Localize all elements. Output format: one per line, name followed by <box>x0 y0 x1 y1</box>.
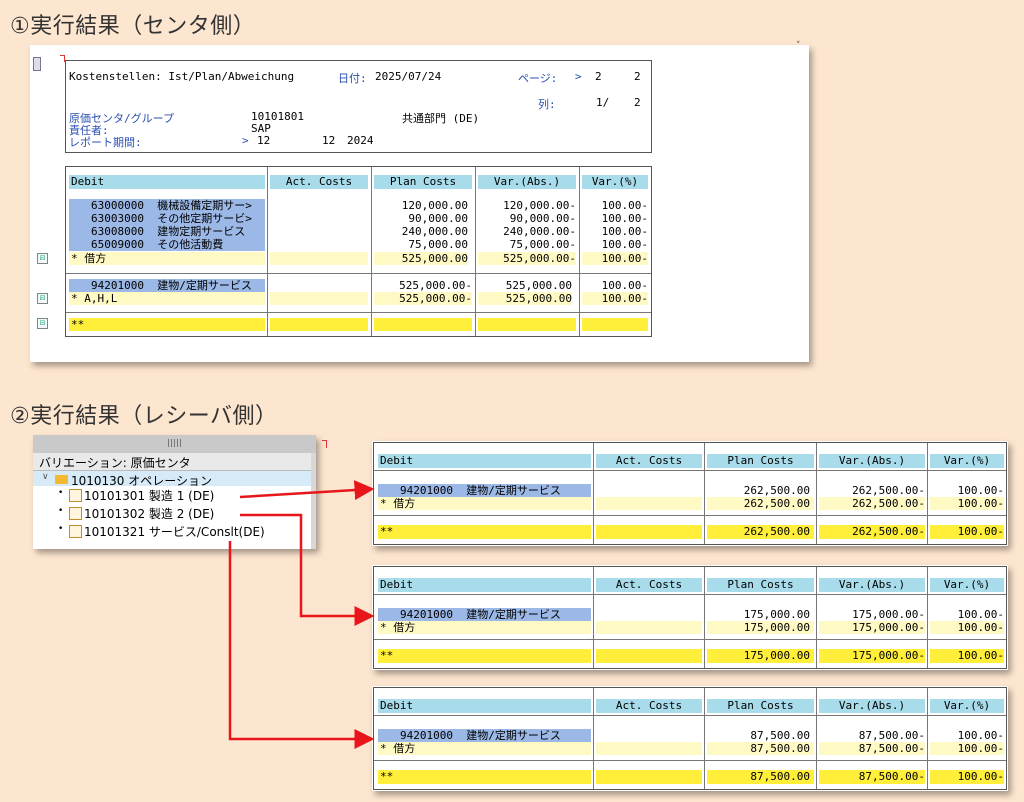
allocation-arrows <box>228 480 375 749</box>
arrow-to-receiver-2 <box>240 513 375 626</box>
arrow-to-receiver-1 <box>239 480 375 501</box>
